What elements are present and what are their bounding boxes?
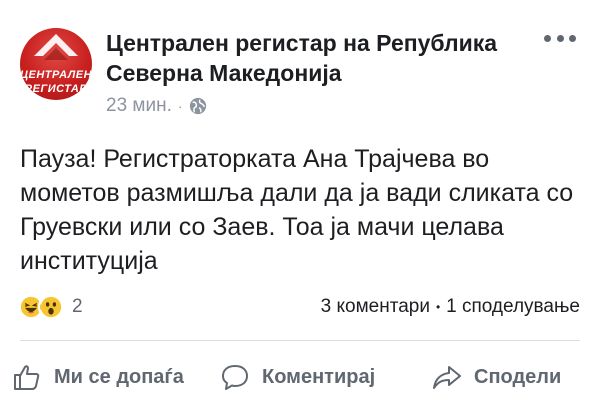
comment-icon: [222, 365, 248, 390]
engagement-stats: 3 коментари • 1 споделување: [321, 295, 580, 319]
more-dot: [556, 34, 564, 42]
more-dot: [544, 34, 551, 42]
post-header: ЦЕНТРАЛЕН РЕГИСТАР Централен регистар на…: [20, 22, 580, 122]
like-label: Ми се допаѓа: [54, 365, 184, 388]
post-timestamp[interactable]: 23 мин.: [106, 95, 172, 117]
share-arrow-icon: [433, 366, 461, 389]
avatar-logo-text: ЦЕНТРАЛЕН: [20, 69, 92, 81]
globe-icon[interactable]: [189, 97, 207, 115]
shares-count-link[interactable]: 1 споделување: [446, 296, 580, 318]
reactions-summary[interactable]: 2: [18, 292, 83, 322]
comments-count-link[interactable]: 3 коментари: [321, 296, 430, 318]
post-meta: 23 мин. ·: [106, 94, 207, 118]
post-body-text: Пауза! Регистраторката Ана Трајчева во м…: [20, 145, 574, 275]
action-bar: Ми се допаѓа Коментирај Сподели: [0, 355, 600, 399]
avatar-logo-text: РЕГИСТАР: [24, 83, 88, 95]
more-dot: [569, 34, 576, 42]
share-label: Сподели: [474, 365, 562, 388]
page-name-link[interactable]: Централен регистар на Република Северна …: [106, 28, 526, 88]
more-options-icon[interactable]: [540, 28, 580, 48]
stats-separator: •: [435, 300, 441, 314]
thumbs-up-icon: [14, 365, 40, 390]
meta-separator: ·: [177, 98, 183, 114]
comment-button[interactable]: Коментирај: [220, 355, 375, 399]
share-button[interactable]: Сподели: [432, 355, 561, 399]
wow-reaction-icon: [38, 294, 64, 320]
reaction-count: 2: [72, 296, 83, 317]
comment-label: Коментирај: [262, 365, 376, 388]
avatar[interactable]: ЦЕНТРАЛЕН РЕГИСТАР: [20, 28, 92, 100]
like-button[interactable]: Ми се допаѓа: [12, 355, 184, 399]
divider: [20, 340, 580, 341]
